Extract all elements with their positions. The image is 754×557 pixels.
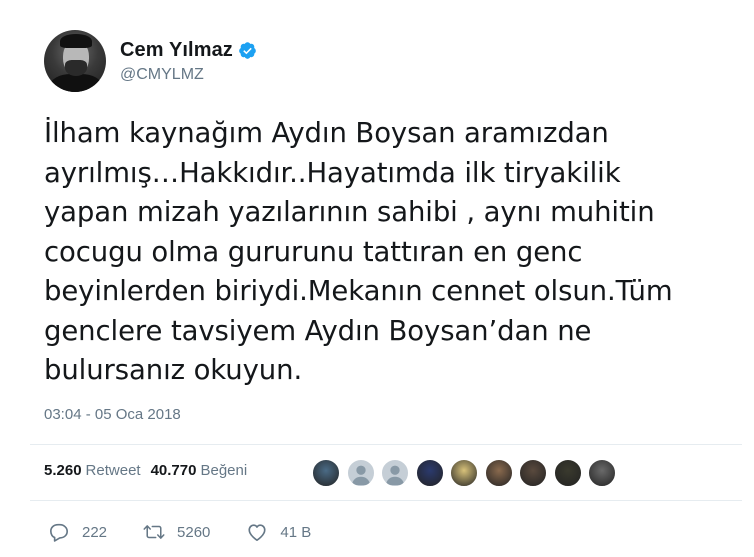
- engagement-stats: 5.260 Retweet 40.770 Beğeni: [44, 462, 257, 479]
- avatar-hair-shape: [60, 34, 92, 48]
- reply-button[interactable]: 222: [48, 522, 107, 542]
- liker-avatar-icon[interactable]: [519, 459, 547, 487]
- tweet-text: İlham kaynağım Aydın Boysan aramızdan ay…: [44, 117, 673, 386]
- avatar-beard-shape: [65, 60, 87, 76]
- like-button[interactable]: 41 B: [246, 522, 311, 542]
- stats-divider-bottom: [30, 500, 742, 501]
- tweet-timestamp[interactable]: 03:04 - 05 Oca 2018: [44, 406, 181, 423]
- liker-avatar-icon[interactable]: [415, 459, 444, 487]
- default-avatar-icon[interactable]: [381, 459, 409, 487]
- heart-icon: [248, 524, 266, 541]
- tweet-actions: 222 5260 41 B: [48, 522, 347, 542]
- retweet-icon: [143, 525, 165, 539]
- avatar-body-shape: [50, 74, 102, 92]
- retweet-count-stat[interactable]: 5.260: [44, 462, 82, 479]
- author-avatar[interactable]: [44, 30, 106, 92]
- liker-avatars: [312, 459, 623, 487]
- author-name[interactable]: Cem Yılmaz: [120, 39, 233, 62]
- liker-avatar-icon[interactable]: [484, 459, 513, 487]
- retweet-label[interactable]: Retweet: [86, 462, 141, 479]
- reply-count: 222: [82, 523, 108, 541]
- default-avatar-icon[interactable]: [346, 459, 375, 487]
- verified-badge-icon: [239, 42, 256, 59]
- liker-avatar-icon[interactable]: [588, 459, 616, 487]
- stats-divider-top: [30, 444, 742, 445]
- author-handle[interactable]: @CMYLMZ: [120, 66, 204, 84]
- like-count-stat[interactable]: 40.770: [151, 462, 197, 479]
- retweet-button[interactable]: 5260: [143, 522, 210, 542]
- retweet-action-count: 5260: [177, 523, 211, 541]
- reply-icon: [50, 523, 68, 542]
- liker-avatar-icon[interactable]: [553, 459, 582, 487]
- like-label[interactable]: Beğeni: [200, 462, 247, 479]
- author-name-row: Cem Yılmaz: [120, 39, 257, 62]
- liker-avatar-icon[interactable]: [312, 459, 340, 487]
- like-action-count: 41 B: [280, 523, 312, 541]
- liker-avatar-icon[interactable]: [450, 459, 478, 487]
- tweet-header: Cem Yılmaz @CMYLMZ: [44, 30, 734, 94]
